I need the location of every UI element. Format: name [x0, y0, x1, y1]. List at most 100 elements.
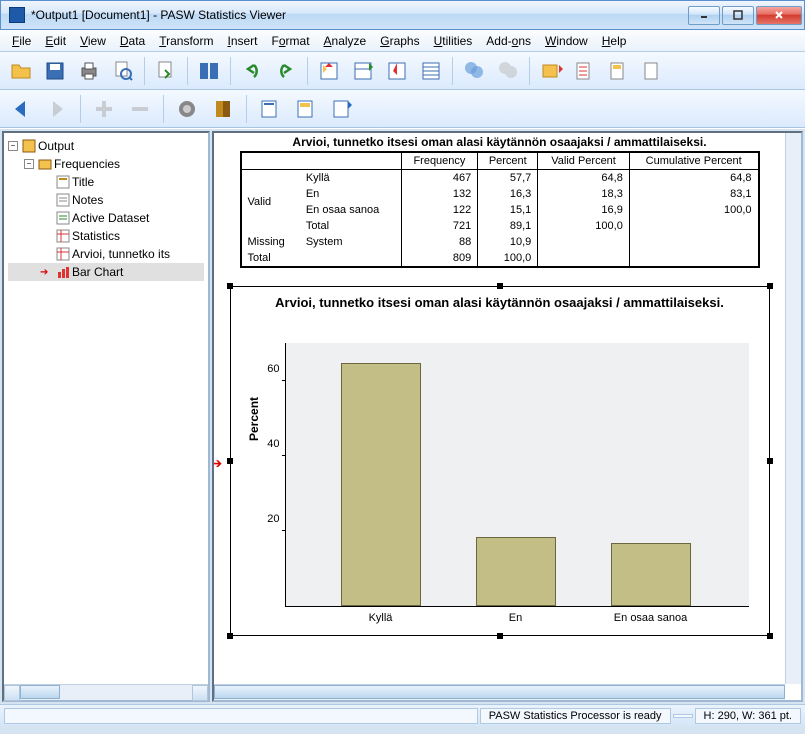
- col-valid-percent: Valid Percent: [538, 152, 630, 170]
- workspace: − Output − Frequencies Title Notes Activ…: [0, 128, 805, 704]
- new-text-button[interactable]: [327, 94, 357, 124]
- chart-title: Arvioi, tunnetko itsesi oman alasi käytä…: [231, 287, 769, 316]
- menu-transform[interactable]: Transform: [153, 32, 219, 50]
- output-pane: Arvioi, tunnetko itsesi oman alasi käytä…: [212, 131, 803, 702]
- save-button[interactable]: [40, 56, 70, 86]
- new-heading-button[interactable]: [255, 94, 285, 124]
- collapse-icon[interactable]: −: [24, 159, 34, 169]
- scroll-thumb[interactable]: [20, 685, 60, 699]
- col-cum-percent: Cumulative Percent: [629, 152, 758, 170]
- menu-file[interactable]: Filedocument.currentScript.previousSibli…: [6, 32, 37, 50]
- resize-handle[interactable]: [497, 633, 503, 639]
- current-marker-icon: ➔: [40, 267, 48, 278]
- variables-button[interactable]: [536, 56, 566, 86]
- select-cases-button[interactable]: [459, 56, 489, 86]
- status-processor: PASW Statistics Processor is ready: [480, 708, 671, 724]
- menu-help[interactable]: Help: [596, 32, 633, 50]
- col-percent: Percent: [478, 152, 538, 170]
- chart-icon: [56, 265, 70, 279]
- toolbar-nav: [0, 90, 805, 128]
- menu-format[interactable]: Format: [266, 32, 316, 50]
- table-icon: [56, 229, 70, 243]
- scroll-right-button[interactable]: [192, 685, 208, 701]
- resize-handle[interactable]: [767, 633, 773, 639]
- status-dims: H: 290, W: 361 pt.: [695, 708, 801, 724]
- collapse-icon[interactable]: −: [8, 141, 18, 151]
- menu-view[interactable]: View: [74, 32, 112, 50]
- tree-arvioi[interactable]: Arvioi, tunnetko its: [8, 245, 204, 263]
- forward-button[interactable]: [42, 94, 72, 124]
- tree-root[interactable]: − Output: [8, 137, 204, 155]
- tree-title[interactable]: Title: [8, 173, 204, 191]
- promote-button[interactable]: [89, 94, 119, 124]
- resize-handle[interactable]: [227, 283, 233, 289]
- status-bar: PASW Statistics Processor is ready H: 29…: [0, 704, 805, 726]
- new-title-button[interactable]: [291, 94, 321, 124]
- resize-handle[interactable]: [767, 458, 773, 464]
- tree-label: Notes: [72, 193, 103, 207]
- dialog-recall-button[interactable]: [194, 56, 224, 86]
- bar: [476, 537, 556, 606]
- resize-handle[interactable]: [497, 283, 503, 289]
- menu-utilities[interactable]: Utilities: [428, 32, 479, 50]
- app-icon: [9, 7, 25, 23]
- demote-button[interactable]: [125, 94, 155, 124]
- nav-horiz-scrollbar[interactable]: [4, 684, 208, 700]
- tree-statistics[interactable]: Statistics: [8, 227, 204, 245]
- weight-button[interactable]: [493, 56, 523, 86]
- y-axis-label: Percent: [247, 397, 261, 441]
- frequency-table[interactable]: Frequency Percent Valid Percent Cumulati…: [240, 151, 760, 268]
- designate-window-button[interactable]: [604, 56, 634, 86]
- notes-icon: [56, 193, 70, 207]
- folder-icon: [38, 157, 52, 171]
- undo-button[interactable]: [237, 56, 267, 86]
- tree-frequencies[interactable]: − Frequencies: [8, 155, 204, 173]
- menu-addons[interactable]: Add-ons: [480, 32, 537, 50]
- tree-label: Active Dataset: [72, 211, 149, 225]
- tree-label: Title: [72, 175, 94, 189]
- col-frequency: Frequency: [401, 152, 478, 170]
- resize-handle[interactable]: [767, 283, 773, 289]
- book-icon-button[interactable]: [208, 94, 238, 124]
- menu-data[interactable]: Data: [114, 32, 151, 50]
- scroll-left-button[interactable]: [4, 685, 20, 701]
- resize-handle[interactable]: [227, 633, 233, 639]
- menu-window[interactable]: Window: [539, 32, 594, 50]
- menu-insert[interactable]: Insert: [221, 32, 263, 50]
- close-button[interactable]: [756, 6, 802, 25]
- script-button[interactable]: [638, 56, 668, 86]
- scroll-thumb[interactable]: [214, 685, 785, 699]
- maximize-button[interactable]: [722, 6, 754, 25]
- show-hide-button[interactable]: [172, 94, 202, 124]
- bar-chart-object[interactable]: ➔ Arvioi, tunnetko itsesi oman alasi käy…: [230, 286, 770, 636]
- resize-handle[interactable]: [227, 458, 233, 464]
- goto-case-button[interactable]: [314, 56, 344, 86]
- tree-bar-chart[interactable]: ➔ Bar Chart: [8, 263, 204, 281]
- window-title: *Output1 [Document1] - PASW Statistics V…: [31, 8, 688, 22]
- dataset-icon: [56, 211, 70, 225]
- table-icon: [56, 247, 70, 261]
- export-button[interactable]: [151, 56, 181, 86]
- output-vert-scrollbar[interactable]: [785, 133, 801, 684]
- menu-bar: Filedocument.currentScript.previousSibli…: [0, 30, 805, 52]
- preview-button[interactable]: [108, 56, 138, 86]
- menu-analyze[interactable]: Analyze: [318, 32, 373, 50]
- tree-label: Statistics: [72, 229, 120, 243]
- insert-cases-button[interactable]: [382, 56, 412, 86]
- menu-graphs[interactable]: Graphs: [374, 32, 425, 50]
- minimize-button[interactable]: [688, 6, 720, 25]
- current-marker-icon: ➔: [214, 455, 222, 472]
- use-sets-button[interactable]: [570, 56, 600, 86]
- title-bar: *Output1 [Document1] - PASW Statistics V…: [0, 0, 805, 30]
- print-button[interactable]: [74, 56, 104, 86]
- open-button[interactable]: [6, 56, 36, 86]
- back-button[interactable]: [6, 94, 36, 124]
- tree-active-dataset[interactable]: Active Dataset: [8, 209, 204, 227]
- split-output-button[interactable]: [416, 56, 446, 86]
- goto-var-button[interactable]: [348, 56, 378, 86]
- tree-label: Output: [38, 139, 74, 153]
- menu-edit[interactable]: Edit: [39, 32, 72, 50]
- redo-button[interactable]: [271, 56, 301, 86]
- tree-notes[interactable]: Notes: [8, 191, 204, 209]
- output-horiz-scrollbar[interactable]: [214, 684, 785, 700]
